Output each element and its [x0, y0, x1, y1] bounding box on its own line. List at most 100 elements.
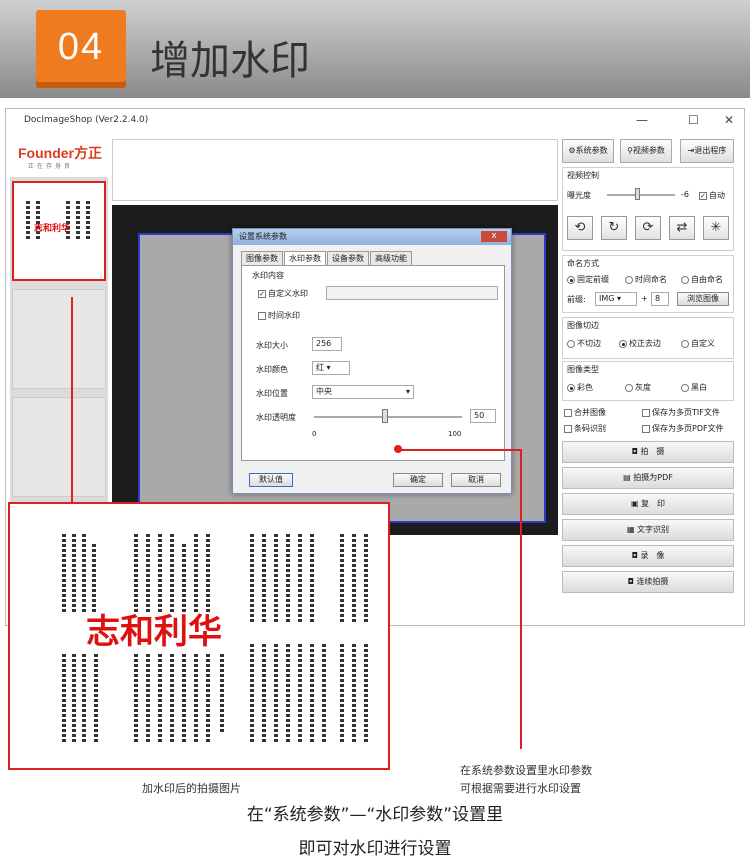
video-control-group: 视频控制 曝光度 -6 ✓ 自动 ⟲ ↻ ⟳ ⇄ ✳: [562, 167, 734, 251]
right-caption-2: 可根据需要进行水印设置: [460, 782, 581, 795]
video-control-label: 视频控制: [567, 171, 599, 180]
position-select[interactable]: 中央 ▾: [312, 385, 414, 399]
rotate-icon[interactable]: ↻: [601, 216, 627, 240]
number-input[interactable]: 8: [651, 292, 669, 306]
rotate-left-icon[interactable]: ⟲: [567, 216, 593, 240]
naming-group: 命名方式 固定前缀 时间命名 自由命名 前缀: IMG ▾ + 8 浏览图像: [562, 255, 734, 313]
record-button[interactable]: ◘ 录 像: [562, 545, 734, 567]
right-caption-1: 在系统参数设置里水印参数: [460, 764, 592, 777]
callout-line-horizontal: [398, 449, 520, 451]
video-params-button[interactable]: ⚲视频参数: [620, 139, 672, 163]
thumbnail-empty[interactable]: [12, 397, 106, 497]
opacity-slider-thumb[interactable]: [382, 409, 388, 423]
watermarked-preview: 志和利华: [8, 502, 390, 770]
crop-custom-radio[interactable]: 自定义: [681, 338, 715, 349]
preview-top-area: [112, 139, 558, 201]
capture-pdf-button[interactable]: ▤ 拍摄为PDF: [562, 467, 734, 489]
tab-device-params[interactable]: 设备参数: [327, 251, 369, 265]
ok-button[interactable]: 确定: [393, 473, 443, 487]
left-caption: 加水印后的拍摄图片: [142, 782, 241, 795]
capture-button[interactable]: ◘ 拍 摄: [562, 441, 734, 463]
custom-watermark-checkbox[interactable]: ✓ 自定义水印: [258, 288, 308, 299]
image-type-label: 图像类型: [567, 365, 599, 374]
copy-button[interactable]: ▣ 复 印: [562, 493, 734, 515]
opacity-slider[interactable]: [314, 416, 462, 418]
opacity-min: 0: [312, 430, 317, 438]
swap-icon[interactable]: ⇄: [669, 216, 695, 240]
dialog-tabs: 图像参数 水印参数 设备参数 高级功能: [241, 251, 413, 265]
dialog-close-button[interactable]: x: [481, 231, 507, 242]
exposure-value: -6: [681, 190, 689, 199]
merge-checkbox[interactable]: 合并图像: [564, 407, 606, 418]
thumbnail-selected[interactable]: 志和利华: [12, 181, 106, 281]
tab-advanced[interactable]: 高级功能: [370, 251, 412, 265]
barcode-checkbox[interactable]: 条码识别: [564, 423, 606, 434]
crop-none-radio[interactable]: 不切边: [567, 338, 601, 349]
exit-button[interactable]: ⇥退出程序: [680, 139, 734, 163]
footer-line-2: 即可对水印进行设置: [298, 839, 452, 859]
minimize-button[interactable]: —: [636, 109, 648, 131]
naming-label: 命名方式: [567, 259, 599, 268]
step-badge: 04: [36, 10, 126, 88]
tab-image-params[interactable]: 图像参数: [241, 251, 283, 265]
color-label: 水印颜色: [256, 365, 288, 374]
page-title: 增加水印: [150, 38, 310, 84]
tab-watermark-params[interactable]: 水印参数: [284, 251, 326, 265]
printer-icon: ▣: [630, 499, 642, 508]
close-button[interactable]: ✕: [724, 109, 734, 131]
image-type-group: 图像类型 彩色 灰度 黑白: [562, 361, 734, 401]
size-input[interactable]: 256: [312, 337, 342, 351]
logo-subtitle: 正在存身良: [28, 163, 74, 170]
thumbnail-empty[interactable]: [12, 289, 106, 389]
continuous-capture-button[interactable]: ◘ 连续拍摄: [562, 571, 734, 593]
size-label: 水印大小: [256, 341, 288, 350]
footer-line-1: 在“系统参数”—“水印参数”设置里: [246, 805, 504, 825]
prefix-label: 前缀:: [567, 295, 586, 304]
control-panel: ⚙系统参数 ⚲视频参数 ⇥退出程序 视频控制 曝光度 -6 ✓ 自动 ⟲ ↻ ⟳ …: [562, 139, 738, 619]
maximize-button[interactable]: ☐: [688, 109, 699, 131]
plus-label: +: [641, 294, 648, 303]
default-button[interactable]: 默认值: [249, 473, 293, 487]
ocr-icon: ▦: [626, 525, 638, 534]
large-watermark: 志和利华: [86, 612, 222, 652]
pdf-icon: ▤: [623, 473, 634, 482]
pdf-checkbox[interactable]: 保存为多页PDF文件: [642, 423, 724, 434]
bw-radio[interactable]: 黑白: [681, 382, 707, 393]
cancel-button[interactable]: 取消: [451, 473, 501, 487]
position-label: 水印位置: [256, 389, 288, 398]
system-params-button[interactable]: ⚙系统参数: [562, 139, 614, 163]
light-icon[interactable]: ✳: [703, 216, 729, 240]
callout-line-left: [71, 297, 73, 503]
window-title: DocImageShop (Ver2.2.4.0): [24, 115, 149, 125]
rotate-right-icon[interactable]: ⟳: [635, 216, 661, 240]
founder-logo: Founder方正: [18, 145, 102, 161]
exposure-slider-thumb[interactable]: [635, 188, 640, 200]
custom-watermark-input[interactable]: [326, 286, 498, 300]
tif-checkbox[interactable]: 保存为多页TIF文件: [642, 407, 720, 418]
opacity-label: 水印透明度: [256, 413, 296, 422]
browse-button[interactable]: 浏览图像: [677, 292, 729, 306]
naming-fixed-radio[interactable]: 固定前缀: [567, 274, 609, 285]
opacity-max: 100: [448, 430, 462, 438]
thumb-watermark: 志和利华: [34, 224, 71, 234]
crop-correct-radio[interactable]: 校正去边: [619, 338, 661, 349]
callout-line-right: [520, 449, 522, 749]
time-watermark-checkbox[interactable]: 时间水印: [258, 310, 300, 321]
ocr-button[interactable]: ▦ 文字识别: [562, 519, 734, 541]
color-select[interactable]: 红 ▾: [312, 361, 350, 375]
naming-free-radio[interactable]: 自由命名: [681, 274, 723, 285]
exposure-label: 曝光度: [567, 191, 591, 200]
settings-dialog: 设置系统参数 x 图像参数 水印参数 设备参数 高级功能 水印内容 ✓ 自定义水印 …: [232, 228, 512, 494]
exposure-slider[interactable]: [607, 194, 675, 196]
opacity-value[interactable]: 50: [470, 409, 496, 423]
naming-time-radio[interactable]: 时间命名: [625, 274, 667, 285]
gray-radio[interactable]: 灰度: [625, 382, 651, 393]
watermark-pane: 水印内容 ✓ 自定义水印 时间水印 水印大小 256 水印颜色 红 ▾ 水印位置 …: [241, 265, 505, 461]
color-radio[interactable]: 彩色: [567, 382, 593, 393]
prefix-select[interactable]: IMG ▾: [595, 292, 637, 306]
header-banner: 04 增加水印: [0, 0, 750, 98]
auto-checkbox[interactable]: ✓ 自动: [699, 190, 725, 201]
step-number: 04: [57, 26, 105, 68]
crop-group: 图像切边 不切边 校正去边 自定义: [562, 317, 734, 359]
window-titlebar: DocImageShop (Ver2.2.4.0) — ☐ ✕: [6, 109, 744, 131]
